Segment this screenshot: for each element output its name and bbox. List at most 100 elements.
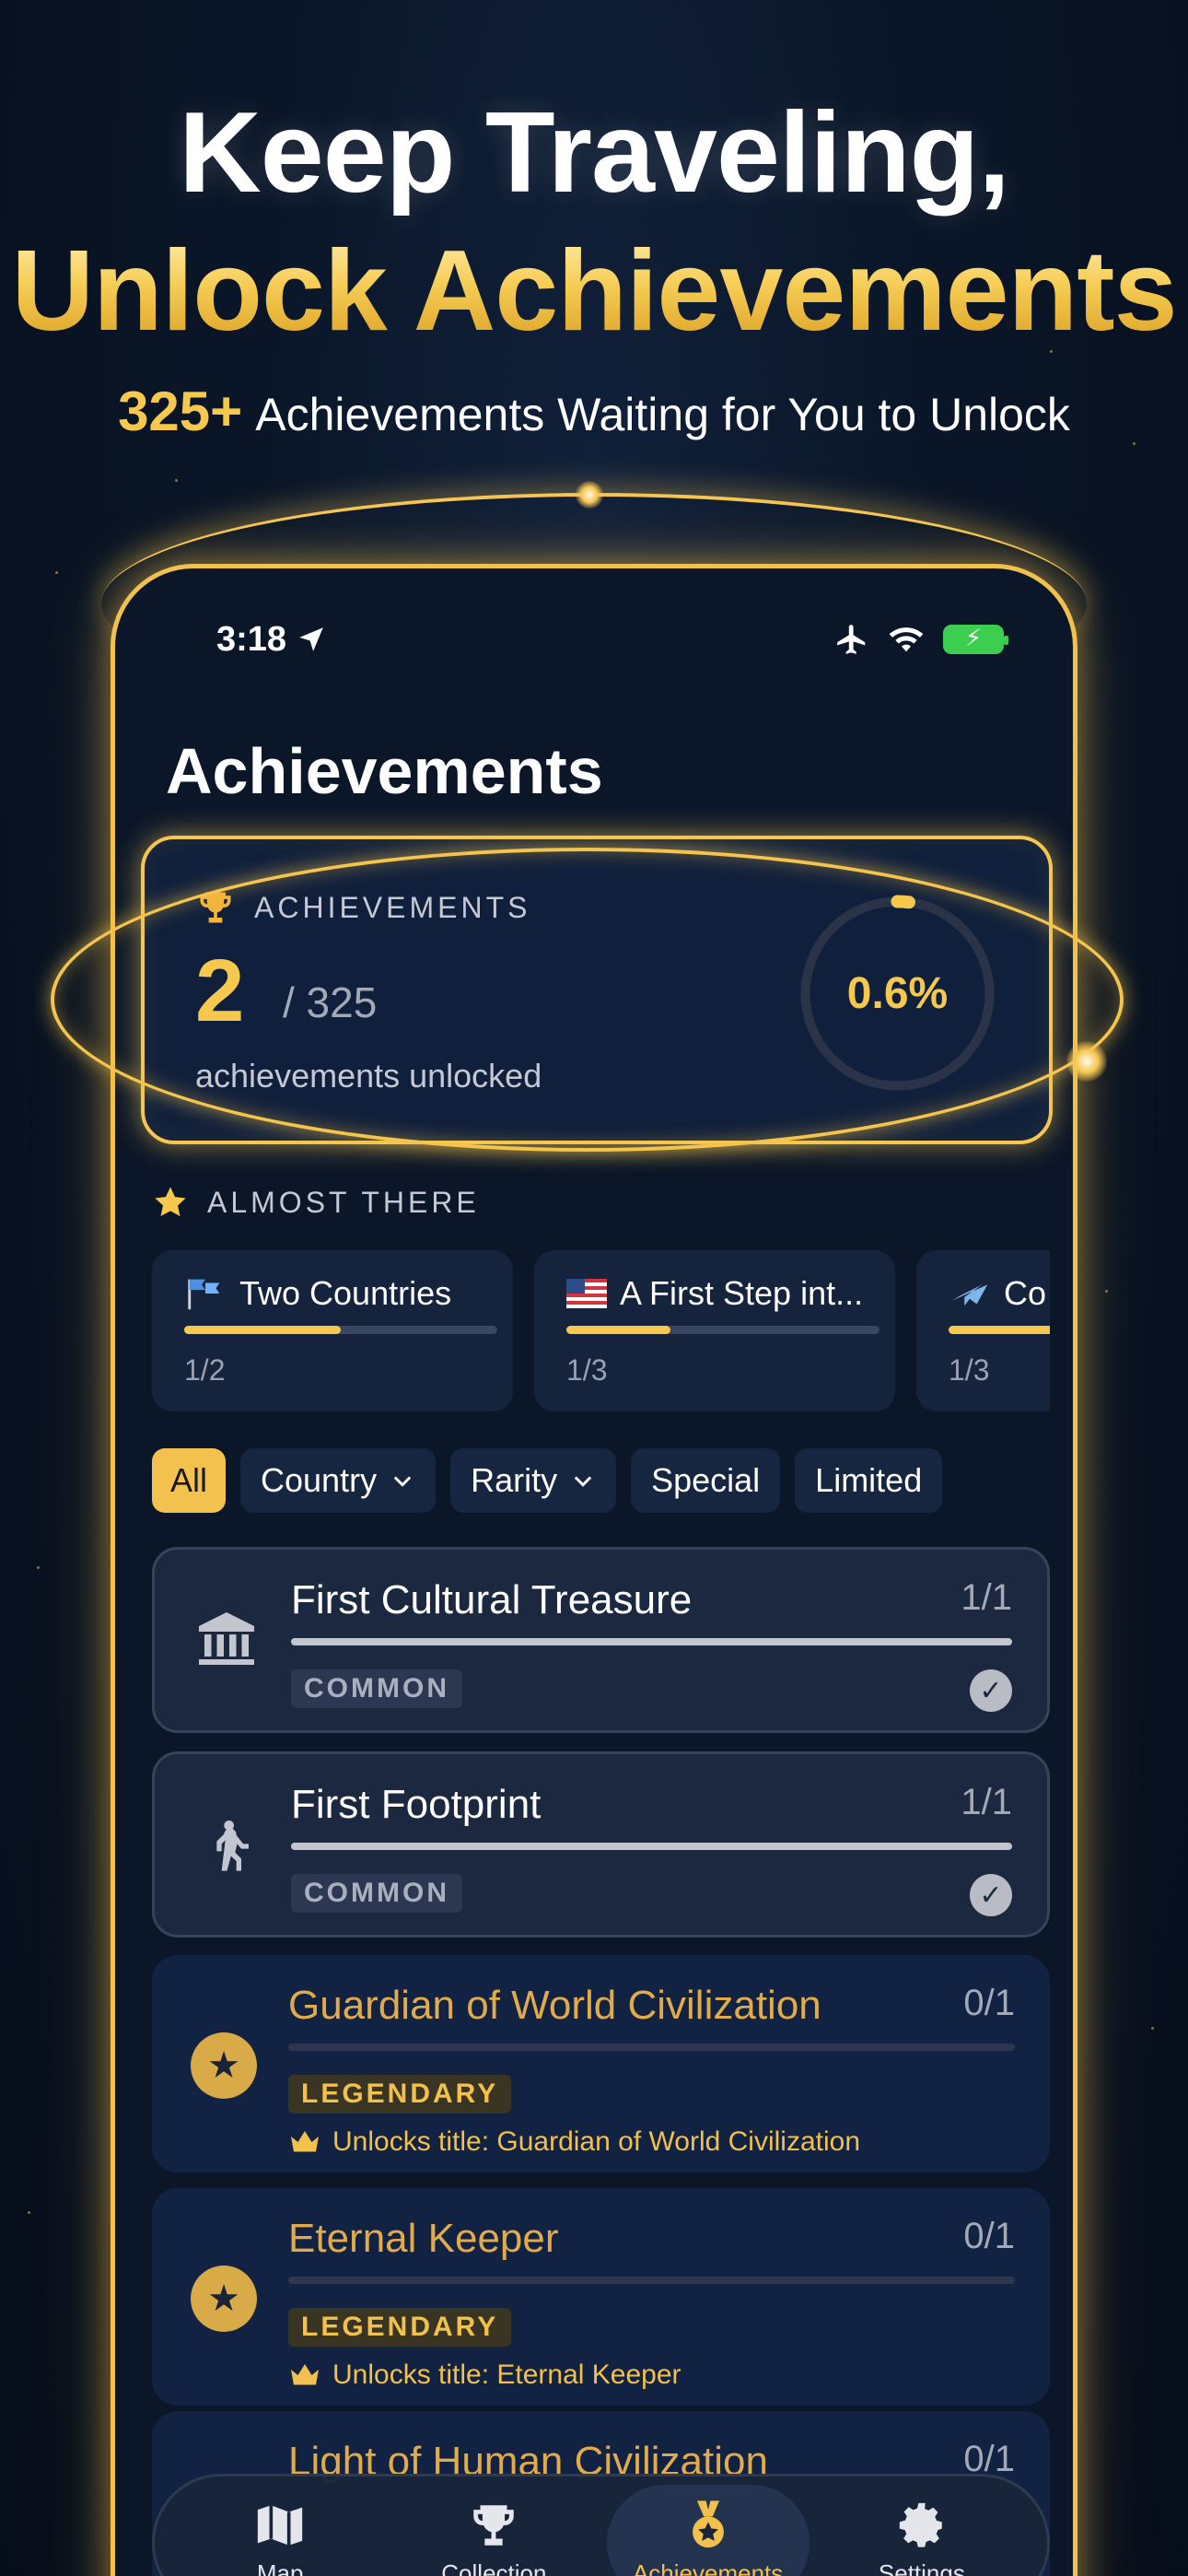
page-title: Achievements [166,735,603,807]
achievement-count: 0/1 [963,1983,1015,2023]
achievement-count: 1/1 [961,1577,1012,1618]
progress-fill [949,1326,1050,1334]
crown-icon [291,2131,319,2152]
achievement-name: First Cultural Treasure [291,1577,693,1622]
progress-fill [566,1326,671,1334]
museum-icon [190,1603,263,1677]
trophy-icon [200,892,231,923]
almost-card-count: 1/3 [949,1353,990,1387]
achievement-row[interactable]: ★ Eternal Keeper 0/1 LEGENDARY Unlocks t… [152,2188,1050,2406]
achievement-row[interactable]: First Footprint 1/1 COMMON ✓ [152,1751,1050,1938]
tab-label: Achievements [632,2558,784,2576]
filter-label: Limited [815,1461,923,1499]
almost-card[interactable]: Two Countries 1/2 [152,1250,513,1411]
almost-card[interactable]: A First Step int... 1/3 [534,1250,895,1411]
flags-icon [188,1279,220,1310]
star-medal-icon: ★ [187,2029,261,2102]
progress-fill [184,1326,341,1334]
medal-icon [692,2500,724,2547]
hero-subtitle-text: Achievements Waiting for You to Unlock [255,389,1070,440]
almost-card-count: 1/3 [566,1353,608,1387]
achievement-row[interactable]: ★ Guardian of World Civilization 0/1 LEG… [152,1955,1050,2172]
status-bar: 3:18 ⚡ [216,616,1008,662]
almost-card-progress [566,1326,879,1334]
hero-title-line2: Unlock Achievements [0,226,1188,357]
unlock-title-text: Unlocks title: Guardian of World Civiliz… [288,2126,860,2158]
check-icon: ✓ [970,1874,1012,1916]
unlock-title-label: Unlocks title: Guardian of World Civiliz… [332,2126,861,2157]
airplane-icon [837,625,866,654]
filter-label: Rarity [471,1461,558,1499]
rarity-badge: LEGENDARY [288,2308,512,2347]
achievements-summary-card[interactable]: ACHIEVEMENTS 2 / 325 achievements unlock… [141,836,1053,1144]
almost-card-title-text: A First Step int... [620,1274,864,1312]
total-count: / 325 [283,978,378,1026]
achievement-name: Eternal Keeper [288,2216,559,2261]
almost-card-count: 1/2 [184,1353,226,1387]
almost-there-header: ALMOST THERE [152,1184,480,1221]
filter-label: Special [651,1461,761,1499]
chevron-down-icon [393,1476,412,1487]
achievement-progress-bar [291,1638,1012,1645]
location-arrow-icon [299,627,323,651]
trophy-icon [473,2504,515,2546]
light-flare [576,481,603,509]
summary-label-row: ACHIEVEMENTS [195,887,530,928]
check-icon: ✓ [970,1669,1012,1712]
status-time-text: 3:18 [216,619,287,659]
tab-label: Collection [441,2558,547,2576]
achievement-progress-bar [291,1843,1012,1850]
almost-card-title: A First Step int... [566,1274,863,1313]
tab-label: Settings [878,2558,965,2576]
hero-subtitle-count: 325+ [118,381,243,442]
tab-map[interactable]: Map [179,2485,381,2576]
filter-rarity[interactable]: Rarity [450,1448,617,1513]
filter-country[interactable]: Country [240,1448,437,1513]
unlock-title-text: Unlocks title: Eternal Keeper [288,2359,681,2391]
almost-card-progress [184,1326,497,1334]
filter-all[interactable]: All [152,1448,227,1513]
gear-icon [899,2502,942,2547]
filter-special[interactable]: Special [631,1448,781,1513]
tab-label: Map [256,2558,304,2576]
tab-collection[interactable]: Collection [392,2485,595,2576]
tab-settings[interactable]: Settings [821,2485,1023,2576]
achievement-progress-bar [288,2043,1015,2051]
almost-card-title: Co [949,1274,1046,1313]
map-icon [257,2504,303,2546]
walking-person-icon [190,1809,263,1883]
almost-card[interactable]: Co 1/3 [916,1250,1050,1411]
hero-subtitle: 325+ Achievements Waiting for You to Unlo… [0,380,1188,443]
star-icon [155,1187,186,1217]
chevron-down-icon [574,1476,592,1487]
rarity-badge: COMMON [291,1669,462,1708]
phone-frame: 3:18 ⚡ Achievements ACHIEVEMENTS 2 / 325… [111,564,1077,2576]
filter-limited[interactable]: Limited [795,1448,943,1513]
unlock-title-label: Unlocks title: Eternal Keeper [332,2359,681,2390]
filter-label: Country [261,1461,378,1499]
almost-there-label: ALMOST THERE [207,1185,480,1219]
status-icons: ⚡ [834,622,1008,657]
progress-percent: 0.6% [846,969,949,1018]
battery-icon: ⚡ [943,624,1008,654]
unlocked-count: 2 [195,942,245,1040]
status-time: 3:18 [216,620,327,660]
crown-icon [291,2364,319,2385]
progress-ring: 0.6% [794,890,1001,1097]
achievement-count: 1/1 [961,1782,1012,1822]
almost-card-title-text: Two Countries [239,1274,452,1312]
achievement-row[interactable]: First Cultural Treasure 1/1 COMMON ✓ [152,1547,1050,1733]
achievement-name: First Footprint [291,1782,542,1827]
hero-title-line1: Keep Traveling, [179,89,1010,217]
rarity-badge: COMMON [291,1874,462,1913]
filter-bar: All Country Rarity Special Limited [152,1448,943,1513]
summary-label: ACHIEVEMENTS [254,890,531,924]
tab-achievements[interactable]: Achievements [606,2485,809,2576]
wifi-icon [889,627,924,652]
achievement-count: 0/1 [963,2216,1015,2256]
rarity-badge: LEGENDARY [288,2075,512,2113]
plane-icon [951,1284,988,1306]
us-flag-icon [566,1279,607,1308]
almost-card-title-text: Co [1004,1274,1047,1312]
almost-there-carousel[interactable]: Two Countries 1/2 A First Step int... 1/… [152,1250,1050,1416]
